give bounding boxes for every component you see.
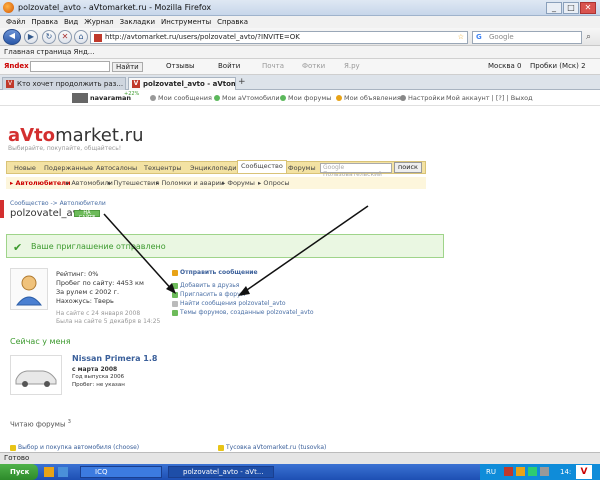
car-year: Год выпуска 2006 (72, 374, 125, 380)
car-icon (15, 370, 57, 387)
car-image[interactable] (10, 355, 62, 395)
forum-link-tusovka[interactable]: Тусовка aVtomarket.ru (tusovka) (218, 444, 326, 451)
car-since: с марта 2008 (72, 366, 118, 373)
task-firefox[interactable]: polzovatel_avto - aVt... (168, 466, 274, 478)
tray-icon[interactable] (528, 467, 537, 476)
now-have-header: Сейчас у меня (10, 337, 71, 346)
car-mileage: Пробег: не указан (72, 382, 125, 388)
start-button[interactable]: Пуск (0, 464, 38, 480)
reading-forums-header: Читаю форумы 3 (10, 419, 71, 429)
arrow-head-2 (238, 286, 250, 296)
task-icq[interactable]: ICQ (80, 466, 162, 478)
language-indicator[interactable]: RU (486, 468, 496, 476)
windows-taskbar: Пуск ICQ polzovatel_avto - aVt... RU 14:… (0, 464, 600, 480)
status-bar: Готово (0, 452, 600, 464)
arrow-line-2 (243, 205, 369, 293)
avtomarket-v-icon: V (576, 465, 592, 479)
clock: 14: (560, 468, 572, 476)
arrow-line-1 (103, 213, 175, 293)
forum-link-choose[interactable]: Выбор и покупка автомобиля (choose) (10, 444, 139, 451)
status-text: Готово (4, 454, 30, 462)
system-tray: RU 14: V (480, 464, 600, 480)
tray-icon[interactable] (540, 467, 549, 476)
annotation-arrows (103, 205, 369, 296)
quicklaunch-icon[interactable] (58, 467, 68, 477)
tray-icon[interactable] (504, 467, 513, 476)
tray-icon[interactable] (516, 467, 525, 476)
car-name-link[interactable]: Nissan Primera 1.8 (72, 354, 157, 363)
quicklaunch-icon[interactable] (44, 467, 54, 477)
